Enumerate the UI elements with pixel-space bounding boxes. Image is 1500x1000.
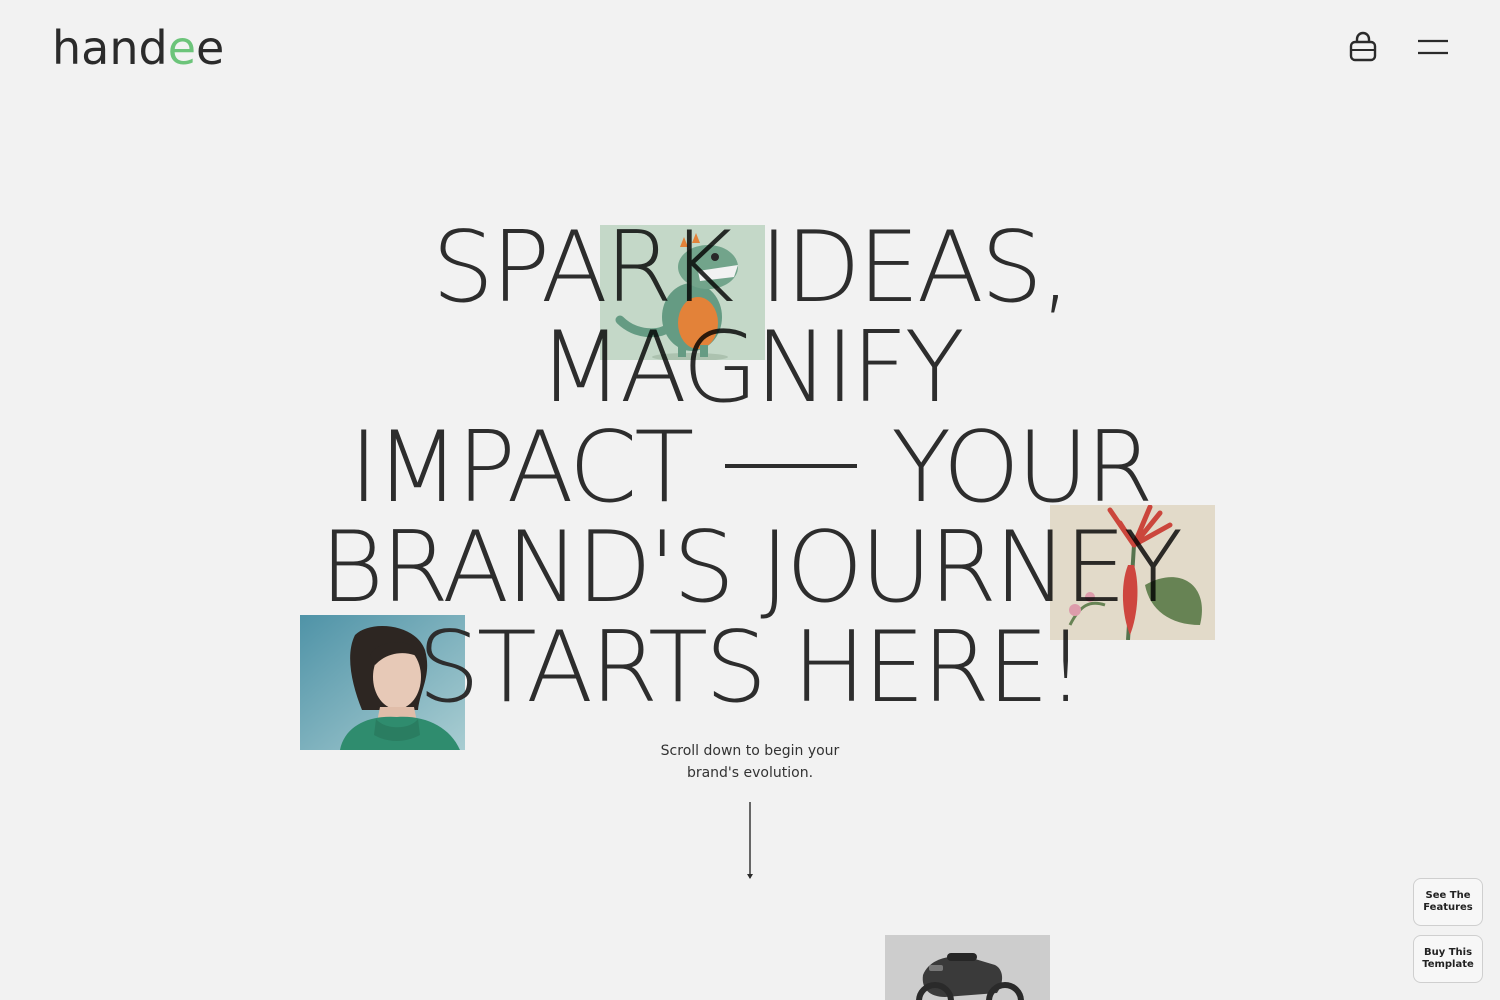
scroll-down-arrow-icon[interactable]	[744, 802, 756, 882]
dinosaur-illustration-image	[600, 225, 765, 360]
buy-template-button[interactable]: Buy This Template	[1413, 935, 1483, 983]
headline-line-3: IMPACT YOUR	[349, 411, 1153, 525]
headline-line-5: STARTS HERE!	[417, 611, 1086, 725]
landing-page: handee SPARK IDEAS, MAGNIFY IMPACT YOUR …	[0, 0, 1500, 1000]
hamburger-menu-icon[interactable]	[1416, 36, 1450, 58]
shopping-bag-icon[interactable]	[1346, 30, 1380, 64]
headline-line-4: BRAND'S JOURNEY	[319, 511, 1183, 625]
scooter-photo-image	[885, 935, 1050, 1000]
logo[interactable]: handee	[52, 22, 224, 74]
headline-dash	[725, 464, 858, 469]
see-features-button[interactable]: See The Features	[1413, 878, 1483, 926]
scroll-hint-text: Scroll down to begin your brand's evolut…	[660, 743, 840, 781]
flower-illustration-image	[1050, 505, 1215, 640]
